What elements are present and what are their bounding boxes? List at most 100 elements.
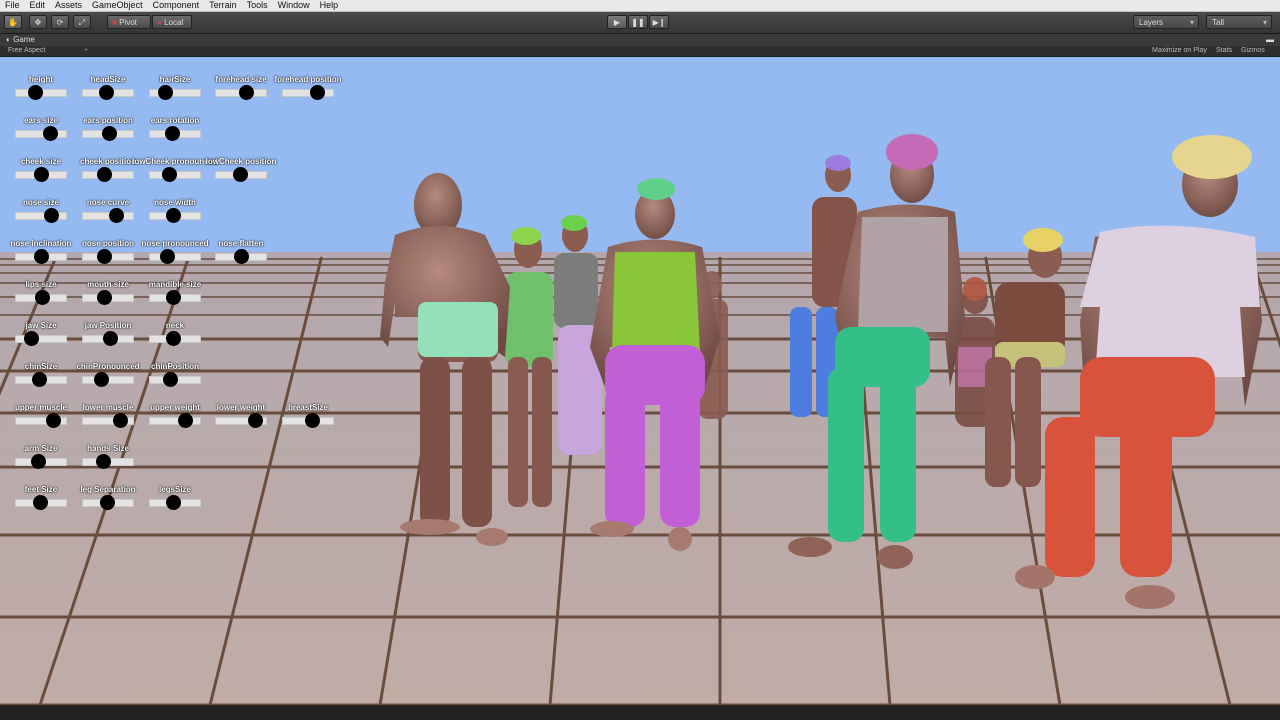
slider-thumb[interactable] bbox=[93, 372, 109, 387]
slider-label: lowCheek position bbox=[205, 157, 277, 166]
menu-tools[interactable]: Tools bbox=[242, 0, 273, 11]
slider-label: chinPosition bbox=[151, 362, 199, 371]
menu-edit[interactable]: Edit bbox=[25, 0, 51, 11]
slider-thumb[interactable] bbox=[234, 249, 250, 264]
hand-icon: ✋ bbox=[8, 18, 18, 27]
slider-thumb[interactable] bbox=[309, 85, 325, 100]
pause-button[interactable]: ❚❚ bbox=[628, 15, 648, 29]
slider-panel: height headSize hairSize forehead size foreh… bbox=[0, 57, 360, 527]
menu-assets[interactable]: Assets bbox=[50, 0, 87, 11]
stats-toggle[interactable]: Stats bbox=[1216, 46, 1232, 56]
local-icon: ● bbox=[157, 18, 162, 27]
move-tool-button[interactable]: ✥ bbox=[29, 15, 47, 29]
maximize-on-play-toggle[interactable]: Maximize on Play bbox=[1152, 46, 1207, 56]
slider-thumb[interactable] bbox=[158, 85, 174, 100]
slider-label: nose position bbox=[82, 239, 134, 248]
play-icon: ▶ bbox=[613, 18, 621, 27]
slider-thumb[interactable] bbox=[42, 126, 58, 141]
slider-label: leg Separation bbox=[80, 485, 136, 494]
menu-window[interactable]: Window bbox=[273, 0, 315, 11]
slider-thumb[interactable] bbox=[98, 85, 114, 100]
slider-track[interactable] bbox=[149, 417, 201, 425]
slider-thumb[interactable] bbox=[32, 495, 48, 510]
pivot-toggle[interactable]: ■ Pivot bbox=[107, 15, 151, 29]
slider-label: jaw Size bbox=[25, 321, 57, 330]
slider-track[interactable] bbox=[282, 89, 334, 97]
menu-terrain[interactable]: Terrain bbox=[204, 0, 242, 11]
layers-dropdown[interactable]: Layers bbox=[1133, 15, 1199, 30]
slider-label: lower muscle bbox=[82, 403, 134, 412]
slider-label: forehead position bbox=[274, 75, 342, 84]
hand-tool-button[interactable]: ✋ bbox=[4, 15, 22, 29]
menu-help[interactable]: Help bbox=[315, 0, 344, 11]
slider-label: upper weight bbox=[150, 403, 200, 412]
slider-thumb[interactable] bbox=[239, 85, 255, 100]
slider-label: cheek size bbox=[20, 157, 62, 166]
slider-thumb[interactable] bbox=[31, 372, 47, 387]
toolbar: ✋ ✥ ⟳ ⤢ ■ Pivot ● Local ▶ ❚❚ ▶❙ Layers T… bbox=[0, 12, 1280, 34]
slider-track[interactable] bbox=[82, 212, 134, 220]
slider-thumb[interactable] bbox=[96, 290, 112, 305]
slider-label: legsSize bbox=[158, 485, 192, 494]
slider-thumb[interactable] bbox=[165, 290, 181, 305]
local-label: Local bbox=[164, 18, 184, 27]
slider-thumb[interactable] bbox=[247, 413, 263, 428]
layout-dropdown[interactable]: Tall bbox=[1206, 15, 1272, 30]
slider-thumb[interactable] bbox=[30, 454, 46, 469]
rotate-tool-button[interactable]: ⟳ bbox=[51, 15, 69, 29]
menu-component[interactable]: Component bbox=[148, 0, 205, 11]
slider-thumb[interactable] bbox=[113, 413, 129, 428]
slider-thumb[interactable] bbox=[102, 126, 118, 141]
slider-thumb[interactable] bbox=[164, 126, 180, 141]
slider-track[interactable] bbox=[15, 212, 67, 220]
slider-thumb[interactable] bbox=[108, 208, 124, 223]
scale-tool-button[interactable]: ⤢ bbox=[73, 15, 91, 29]
slider-thumb[interactable] bbox=[33, 249, 49, 264]
slider-thumb[interactable] bbox=[232, 167, 248, 182]
tab-menu-icon[interactable]: ▬ bbox=[1266, 34, 1274, 46]
step-icon: ▶❙ bbox=[652, 18, 666, 27]
slider-track[interactable] bbox=[15, 335, 67, 343]
slider-label: mandible size bbox=[148, 280, 202, 289]
slider-thumb[interactable] bbox=[46, 413, 62, 428]
gizmos-dropdown[interactable]: Gizmos bbox=[1241, 46, 1265, 56]
menu-gameobject[interactable]: GameObject bbox=[87, 0, 148, 11]
slider-thumb[interactable] bbox=[163, 372, 179, 387]
game-viewport[interactable]: height headSize hairSize forehead size foreh… bbox=[0, 57, 1280, 705]
slider-thumb[interactable] bbox=[165, 331, 181, 346]
tab-game[interactable]: Game bbox=[13, 35, 35, 44]
aspect-dropdown[interactable]: Free Aspect bbox=[8, 47, 45, 54]
slider-label: height bbox=[29, 75, 53, 84]
slider-track[interactable] bbox=[15, 130, 67, 138]
slider-thumb[interactable] bbox=[96, 454, 112, 469]
pivot-icon: ■ bbox=[112, 18, 117, 27]
slider-label: lower weight bbox=[216, 403, 266, 412]
slider-thumb[interactable] bbox=[33, 167, 49, 182]
slider-label: upper muscle bbox=[14, 403, 68, 412]
play-button[interactable]: ▶ bbox=[607, 15, 627, 29]
step-button[interactable]: ▶❙ bbox=[649, 15, 669, 29]
slider-thumb[interactable] bbox=[177, 413, 193, 428]
slider-thumb[interactable] bbox=[160, 249, 176, 264]
slider-label: headSize bbox=[90, 75, 126, 84]
slider-thumb[interactable] bbox=[27, 85, 43, 100]
slider-label: ears position bbox=[83, 116, 133, 125]
slider-thumb[interactable] bbox=[43, 208, 59, 223]
slider-label: nose curve bbox=[86, 198, 130, 207]
slider-thumb[interactable] bbox=[35, 290, 51, 305]
slider-thumb[interactable] bbox=[165, 208, 181, 223]
slider-thumb[interactable] bbox=[24, 331, 40, 346]
slider-thumb[interactable] bbox=[103, 331, 119, 346]
slider-label: ears size bbox=[24, 116, 58, 125]
slider-track[interactable] bbox=[149, 89, 201, 97]
move-icon: ✥ bbox=[34, 18, 42, 27]
slider-thumb[interactable] bbox=[304, 413, 320, 428]
local-toggle[interactable]: ● Local bbox=[152, 15, 192, 29]
slider-thumb[interactable] bbox=[96, 167, 112, 182]
slider-track[interactable] bbox=[149, 253, 201, 261]
slider-thumb[interactable] bbox=[165, 495, 181, 510]
slider-thumb[interactable] bbox=[99, 495, 115, 510]
slider-thumb[interactable] bbox=[161, 167, 177, 182]
menu-file[interactable]: File bbox=[0, 0, 25, 11]
slider-thumb[interactable] bbox=[96, 249, 112, 264]
